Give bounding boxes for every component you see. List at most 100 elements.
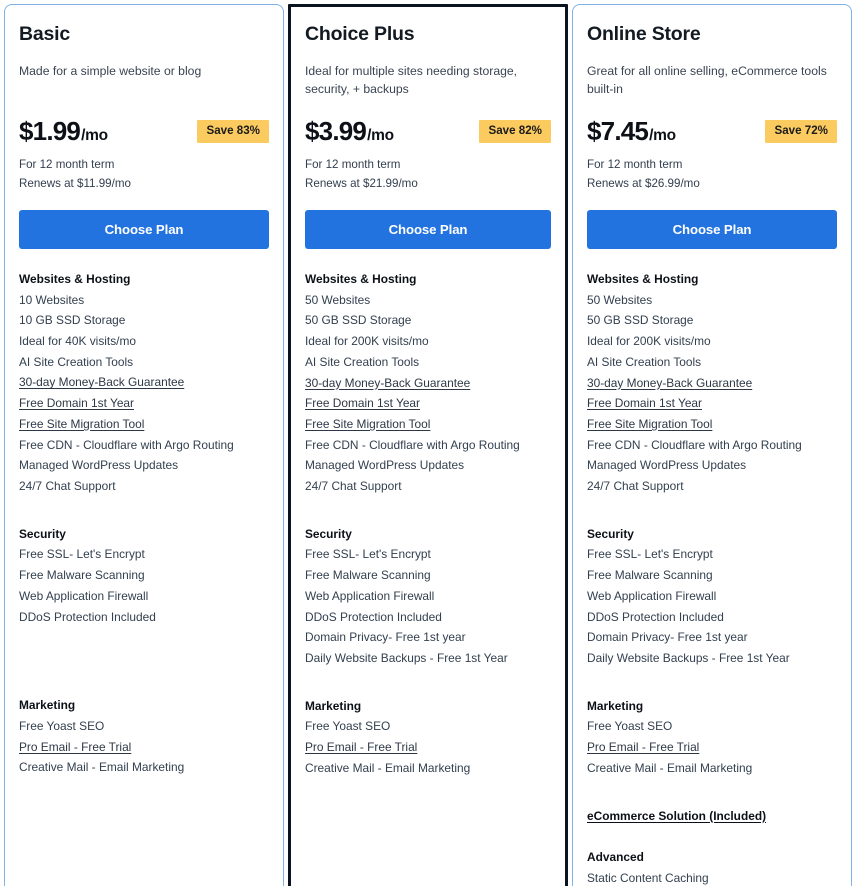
section-divider-spacer — [19, 784, 269, 846]
price-amount: $7.45 — [587, 115, 649, 146]
feature-hosting-8: Managed WordPress Updates — [587, 458, 747, 473]
section-title: Websites & Hosting — [19, 271, 131, 286]
feature-security-5: Daily Website Backups - Free 1st Year — [587, 651, 790, 665]
feature-security-1: Free Malware Scanning — [587, 568, 713, 583]
feature-hosting-8: Managed WordPress Updates — [19, 458, 179, 473]
price-block: $1.99 /mo — [19, 118, 108, 145]
feature-hosting-1: 50 GB SSD Storage — [305, 313, 412, 328]
plan-name: Basic — [19, 23, 71, 45]
section-divider-spacer — [305, 847, 551, 886]
plan-tagline: Made for a simple website or blog — [19, 64, 202, 79]
feature-marketing-1[interactable]: Pro Email - Free Trial — [587, 737, 837, 758]
price-block: $3.99 /mo — [305, 118, 394, 145]
term-line: For 12 month term — [19, 158, 115, 172]
section-divider-spacer — [587, 785, 837, 806]
section-security: Security Free SSL- Let's Encrypt Free Mal… — [305, 524, 551, 669]
save-badge: Save 82% — [479, 120, 551, 143]
choose-plan-button[interactable]: Choose Plan — [19, 209, 269, 249]
feature-hosting-2: Ideal for 200K visits/mo — [587, 334, 711, 349]
price-amount: $1.99 — [19, 115, 81, 146]
section-divider-spacer — [305, 503, 551, 524]
price-block: $7.45 /mo — [587, 118, 676, 145]
feature-hosting-3: AI Site Creation Tools — [305, 354, 420, 369]
feature-hosting-2: Ideal for 200K visits/mo — [305, 334, 429, 349]
feature-hosting-7: Free CDN - Cloudflare with Argo Routing — [19, 437, 234, 452]
feature-marketing-0: Free Yoast SEO — [19, 718, 105, 733]
feature-hosting-9: 24/7 Chat Support — [305, 479, 402, 494]
choose-plan-button[interactable]: Choose Plan — [587, 210, 837, 250]
feature-marketing-2: Creative Mail - Email Marketing — [305, 760, 471, 775]
pricing-plans-grid: Basic Made for a simple website or blog … — [0, 0, 864, 886]
save-badge: Save 83% — [197, 120, 269, 143]
feature-hosting-0: 50 Websites — [305, 292, 371, 307]
feature-hosting-8: Managed WordPress Updates — [305, 458, 465, 473]
feature-security-2: Web Application Firewall — [19, 588, 149, 603]
feature-marketing-1[interactable]: Pro Email - Free Trial — [19, 737, 269, 758]
feature-security-0: Free SSL- Let's Encrypt — [587, 547, 713, 562]
feature-hosting-6[interactable]: Free Site Migration Tool — [587, 414, 837, 435]
feature-hosting-5[interactable]: Free Domain 1st Year — [305, 393, 551, 414]
section-title: Marketing — [305, 698, 362, 713]
feature-security-5: Daily Website Backups - Free 1st Year — [305, 651, 508, 665]
section-websites-hosting: Websites & Hosting 50 Websites 50 GB SSD … — [587, 269, 837, 497]
section-websites-hosting: Websites & Hosting 10 Websites 10 GB SSD … — [19, 269, 269, 497]
feature-hosting-7: Free CDN - Cloudflare with Argo Routing — [305, 437, 520, 452]
price-row: $7.45 /mo Save 72% — [587, 116, 837, 146]
section-divider-spacer — [19, 503, 269, 524]
renewal-line: Renews at $21.99/mo — [305, 177, 418, 191]
section-title: Security — [305, 526, 352, 541]
term-line: For 12 month term — [587, 158, 683, 172]
section-security: Security Free SSL- Let's Encrypt Free Mal… — [587, 524, 837, 669]
price-period: /mo — [81, 126, 108, 144]
section-title: Marketing — [587, 698, 644, 713]
plan-card-0: Basic Made for a simple website or blog … — [4, 4, 284, 886]
feature-security-1: Free Malware Scanning — [19, 568, 145, 583]
feature-security-3: DDoS Protection Included — [587, 609, 724, 624]
section-title: Security — [587, 526, 634, 541]
ecommerce-solution-link[interactable]: eCommerce Solution (Included) — [587, 806, 837, 827]
feature-hosting-1: 50 GB SSD Storage — [587, 313, 694, 328]
term-line: For 12 month term — [305, 158, 401, 172]
section-divider-spacer — [19, 846, 269, 886]
section-divider-spacer — [305, 785, 551, 847]
feature-security-4: Domain Privacy- Free 1st year — [587, 630, 748, 645]
feature-hosting-0: 10 Websites — [19, 292, 85, 307]
feature-hosting-9: 24/7 Chat Support — [19, 478, 116, 493]
feature-hosting-4[interactable]: 30-day Money-Back Guarantee — [587, 373, 837, 394]
feature-marketing-0: Free Yoast SEO — [587, 719, 673, 734]
plan-card-2: Online Store Great for all online sellin… — [572, 4, 852, 886]
feature-hosting-3: AI Site Creation Tools — [587, 354, 702, 369]
plan-tagline: Ideal for multiple sites needing storage… — [305, 64, 518, 97]
price-amount: $3.99 — [305, 115, 367, 146]
feature-hosting-4[interactable]: 30-day Money-Back Guarantee — [305, 373, 551, 394]
feature-security-0: Free SSL- Let's Encrypt — [305, 547, 431, 562]
feature-security-2: Web Application Firewall — [305, 588, 435, 603]
feature-hosting-6[interactable]: Free Site Migration Tool — [19, 414, 269, 435]
section-websites-hosting: Websites & Hosting 50 Websites 50 GB SSD … — [305, 269, 551, 497]
feature-hosting-5[interactable]: Free Domain 1st Year — [19, 393, 269, 414]
feature-security-3: DDoS Protection Included — [19, 609, 156, 624]
feature-security-1: Free Malware Scanning — [305, 568, 431, 583]
feature-hosting-5[interactable]: Free Domain 1st Year — [587, 393, 837, 414]
section-security: Security Free SSL- Let's Encrypt Free Mal… — [19, 524, 269, 628]
feature-security-4: Domain Privacy- Free 1st year — [305, 630, 466, 645]
plan-name: Online Store — [587, 23, 701, 45]
section-marketing: Marketing Free Yoast SEO Pro Email - Free… — [587, 696, 837, 779]
plan-card-1: Choice Plus Ideal for multiple sites nee… — [288, 4, 568, 886]
feature-security-2: Web Application Firewall — [587, 588, 717, 603]
feature-hosting-4[interactable]: 30-day Money-Back Guarantee — [19, 372, 269, 393]
feature-hosting-1: 10 GB SSD Storage — [19, 313, 126, 328]
section-title: Websites & Hosting — [305, 272, 417, 287]
section-title: Security — [19, 526, 66, 541]
choose-plan-button[interactable]: Choose Plan — [305, 210, 551, 250]
feature-hosting-7: Free CDN - Cloudflare with Argo Routing — [587, 437, 802, 452]
feature-hosting-2: Ideal for 40K visits/mo — [19, 334, 136, 349]
feature-marketing-2: Creative Mail - Email Marketing — [587, 760, 753, 775]
feature-marketing-1[interactable]: Pro Email - Free Trial — [305, 737, 551, 758]
price-row: $1.99 /mo Save 83% — [19, 116, 269, 146]
section-divider-spacer — [19, 633, 269, 695]
feature-security-0: Free SSL- Let's Encrypt — [19, 547, 145, 562]
price-period: /mo — [367, 126, 394, 144]
feature-advanced-0: Static Content Caching — [587, 870, 709, 885]
feature-hosting-6[interactable]: Free Site Migration Tool — [305, 414, 551, 435]
